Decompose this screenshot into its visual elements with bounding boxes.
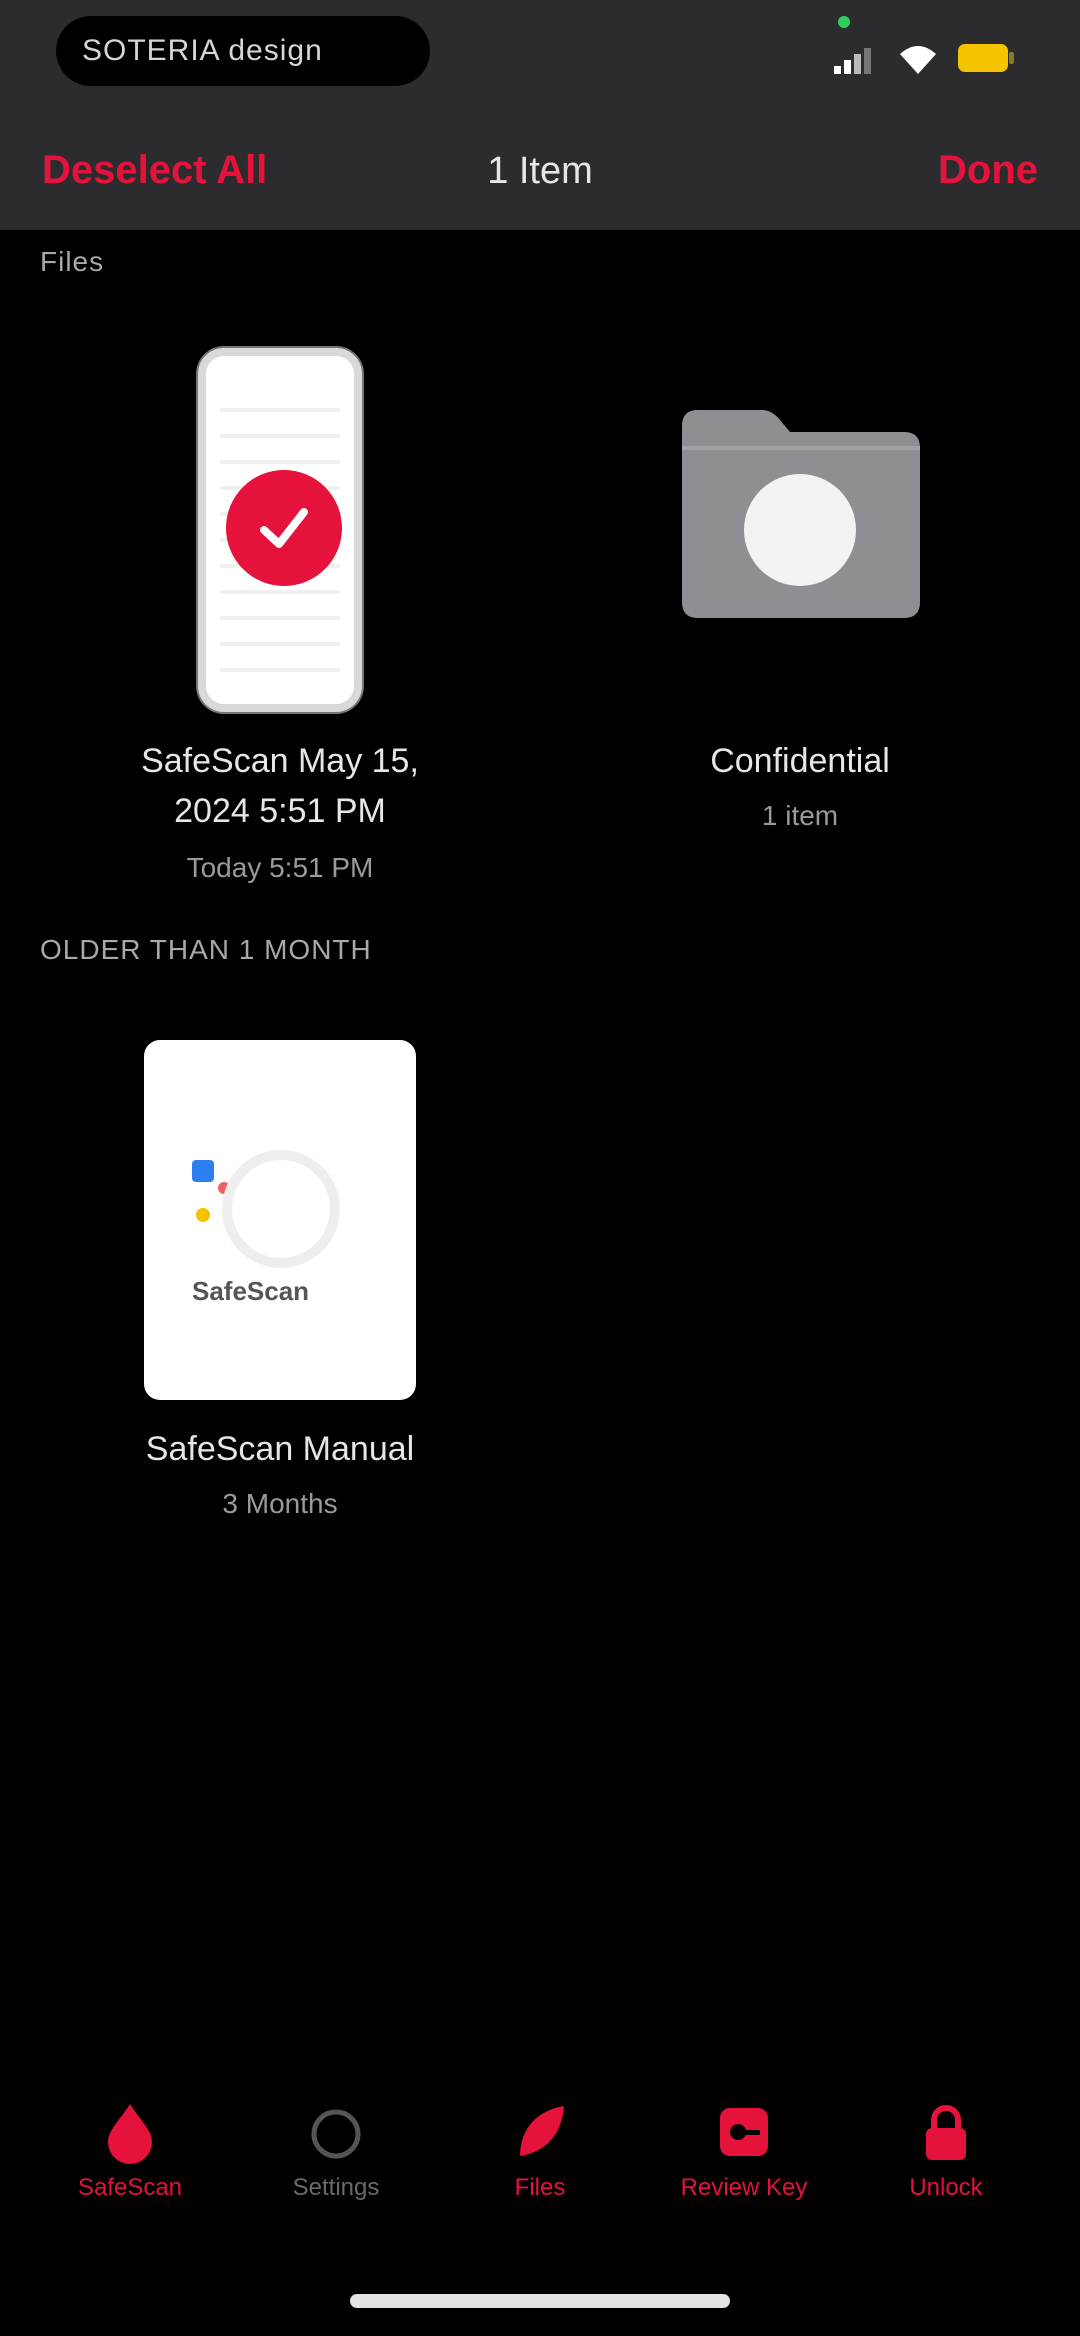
done-button[interactable]: Done bbox=[938, 148, 1038, 193]
tab-files[interactable]: Files bbox=[460, 2100, 620, 2202]
scan-item-name: SafeScan May 15, 2024 5:51 PM bbox=[100, 736, 460, 836]
battery-icon bbox=[958, 44, 1014, 72]
scan-item-name-line2: 2024 5:51 PM bbox=[174, 792, 386, 830]
tab-settings-label: Settings bbox=[292, 2174, 380, 2201]
scan-item-date: Today 5:51 PM bbox=[186, 852, 374, 883]
document-thumbnail[interactable]: SafeScan bbox=[144, 1040, 416, 1400]
tab-unlock-label: Unlock bbox=[909, 2174, 983, 2201]
wifi-icon bbox=[900, 46, 936, 74]
tab-review-key-label: Review Key bbox=[680, 2174, 808, 2201]
home-indicator[interactable] bbox=[350, 2294, 730, 2308]
lock-icon bbox=[926, 2105, 966, 2160]
tab-safescan[interactable]: SafeScan bbox=[50, 2100, 210, 2202]
scan-item-thumbnail[interactable] bbox=[198, 348, 362, 712]
circle-icon bbox=[311, 2109, 361, 2159]
tab-settings[interactable]: Settings bbox=[256, 2100, 416, 2202]
selected-check-icon bbox=[226, 470, 342, 586]
document-age: 3 Months bbox=[222, 1488, 338, 1519]
tab-safescan-label: SafeScan bbox=[77, 2174, 183, 2201]
tab-review-key[interactable]: Review Key bbox=[664, 2100, 824, 2202]
drop-icon bbox=[108, 2104, 152, 2164]
tab-bar: SafeScan Settings Files Review Key Unloc… bbox=[0, 2100, 1080, 2250]
signal-icon bbox=[834, 48, 871, 74]
status-pill: SOTERIA design bbox=[56, 16, 430, 86]
folder-item-count: 1 item bbox=[761, 800, 839, 831]
key-box-icon bbox=[720, 2108, 768, 2156]
folder-icon[interactable] bbox=[672, 406, 928, 620]
section-label-recent: Files bbox=[40, 246, 105, 277]
doc-preview-logo-icon: SafeScan bbox=[192, 1276, 310, 1306]
section-label-older: OLDER THAN 1 MONTH bbox=[40, 934, 372, 965]
tab-unlock[interactable]: Unlock bbox=[866, 2100, 1026, 2202]
doc-decoration-yellow bbox=[196, 1208, 210, 1222]
tab-files-label: Files bbox=[514, 2174, 566, 2201]
scan-item-name-line1: SafeScan May 15, bbox=[141, 742, 419, 780]
doc-decoration-blue bbox=[192, 1160, 214, 1182]
doc-decoration-ring bbox=[222, 1150, 340, 1268]
leaf-icon bbox=[520, 2106, 564, 2156]
folder-name: Confidential bbox=[710, 742, 890, 780]
status-pill-text: SOTERIA design bbox=[82, 34, 323, 67]
document-name: SafeScan Manual bbox=[145, 1430, 415, 1468]
privacy-indicator bbox=[838, 16, 850, 28]
page-title: 1 Item bbox=[487, 150, 593, 192]
header: SOTERIA design Deselect All 1 Item Done bbox=[0, 0, 1080, 230]
